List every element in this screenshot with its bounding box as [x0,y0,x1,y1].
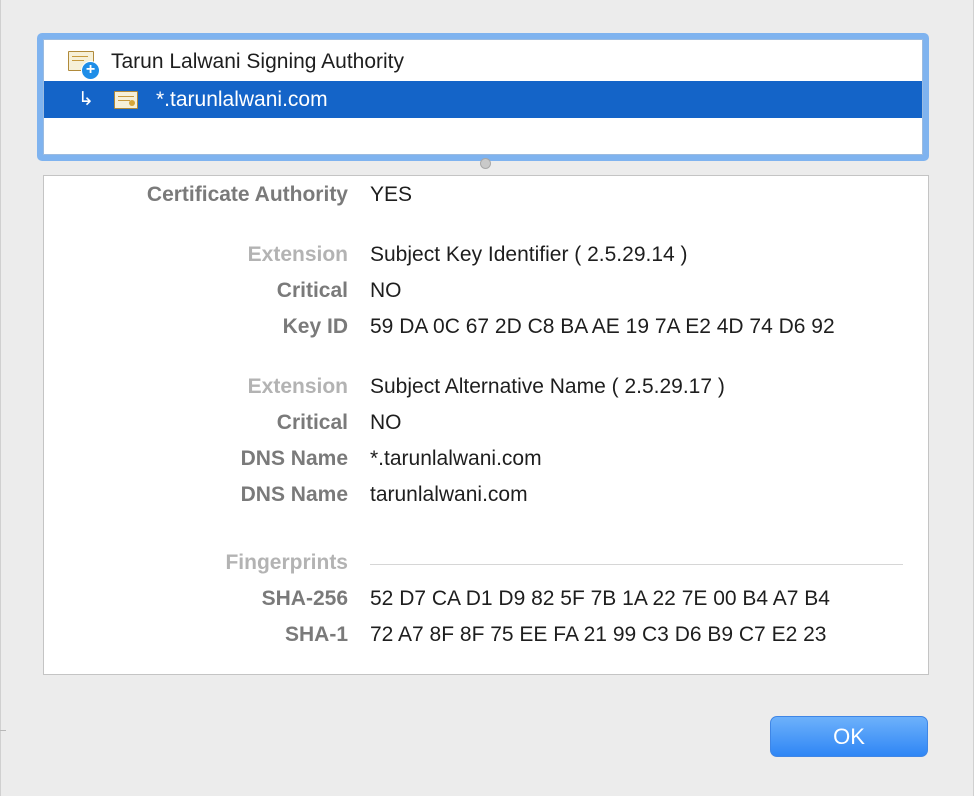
detail-value: 72 A7 8F 8F 75 EE FA 21 99 C3 D6 B9 C7 E… [370,623,827,646]
certificate-tree-focus-ring: + Tarun Lalwani Signing Authority ↳ *.ta… [37,33,929,161]
certificate-details-panel[interactable]: Certificate Authority YES Extension Subj… [43,175,929,675]
detail-value: YES [370,183,413,206]
detail-value: NO [370,411,402,434]
detail-value: tarunlalwani.com [370,483,528,506]
window-edge-notch [0,730,6,731]
detail-value: NO [370,279,402,302]
detail-key: DNS Name [240,447,348,470]
child-arrow-icon: ↳ [78,89,94,110]
detail-key: Extension [247,375,348,398]
tree-item-leaf-certificate[interactable]: ↳ *.tarunlalwani.com [44,81,922,118]
section-heading: Fingerprints [225,551,348,574]
detail-row-certificate-authority: Certificate Authority YES [44,183,928,213]
ok-button[interactable]: OK [770,716,928,757]
detail-row-key-id: Key ID 59 DA 0C 67 2D C8 BA AE 19 7A E2 … [44,315,928,345]
plus-badge-icon: + [81,61,100,80]
detail-key: Critical [276,411,348,434]
detail-key: Key ID [282,315,348,338]
tree-item-root-authority[interactable]: + Tarun Lalwani Signing Authority [44,43,922,80]
detail-section-fingerprints: Fingerprints [44,551,928,581]
tree-item-label: Tarun Lalwani Signing Authority [111,50,405,73]
window-edge-left [0,0,1,796]
detail-key: SHA-1 [284,623,348,646]
detail-value: *.tarunlalwani.com [370,447,542,470]
detail-key: Extension [247,243,348,266]
tree-item-label: *.tarunlalwani.com [156,88,328,111]
detail-row-sha256: SHA-256 52 D7 CA D1 D9 82 5F 7B 1A 22 7E… [44,587,928,617]
split-view-divider-handle[interactable] [480,158,491,169]
detail-row-extension: Extension Subject Alternative Name ( 2.5… [44,375,928,405]
detail-row-critical: Critical NO [44,279,928,309]
detail-key: Critical [276,279,348,302]
detail-value: Subject Alternative Name ( 2.5.29.17 ) [370,375,725,398]
certificate-icon [114,91,138,109]
detail-key: Certificate Authority [146,183,348,206]
detail-value: 59 DA 0C 67 2D C8 BA AE 19 7A E2 4D 74 D… [370,315,835,338]
certificate-tree[interactable]: + Tarun Lalwani Signing Authority ↳ *.ta… [43,39,923,155]
detail-row-dns-name: DNS Name tarunlalwani.com [44,483,928,513]
detail-row-sha1: SHA-1 72 A7 8F 8F 75 EE FA 21 99 C3 D6 B… [44,623,928,653]
detail-row-dns-name: DNS Name *.tarunlalwani.com [44,447,928,477]
detail-row-critical: Critical NO [44,411,928,441]
detail-value: 52 D7 CA D1 D9 82 5F 7B 1A 22 7E 00 B4 A… [370,587,830,610]
detail-value: Subject Key Identifier ( 2.5.29.14 ) [370,243,688,266]
detail-row-extension: Extension Subject Key Identifier ( 2.5.2… [44,243,928,273]
detail-key: DNS Name [240,483,348,506]
detail-key: SHA-256 [261,587,348,610]
section-divider [370,564,903,565]
